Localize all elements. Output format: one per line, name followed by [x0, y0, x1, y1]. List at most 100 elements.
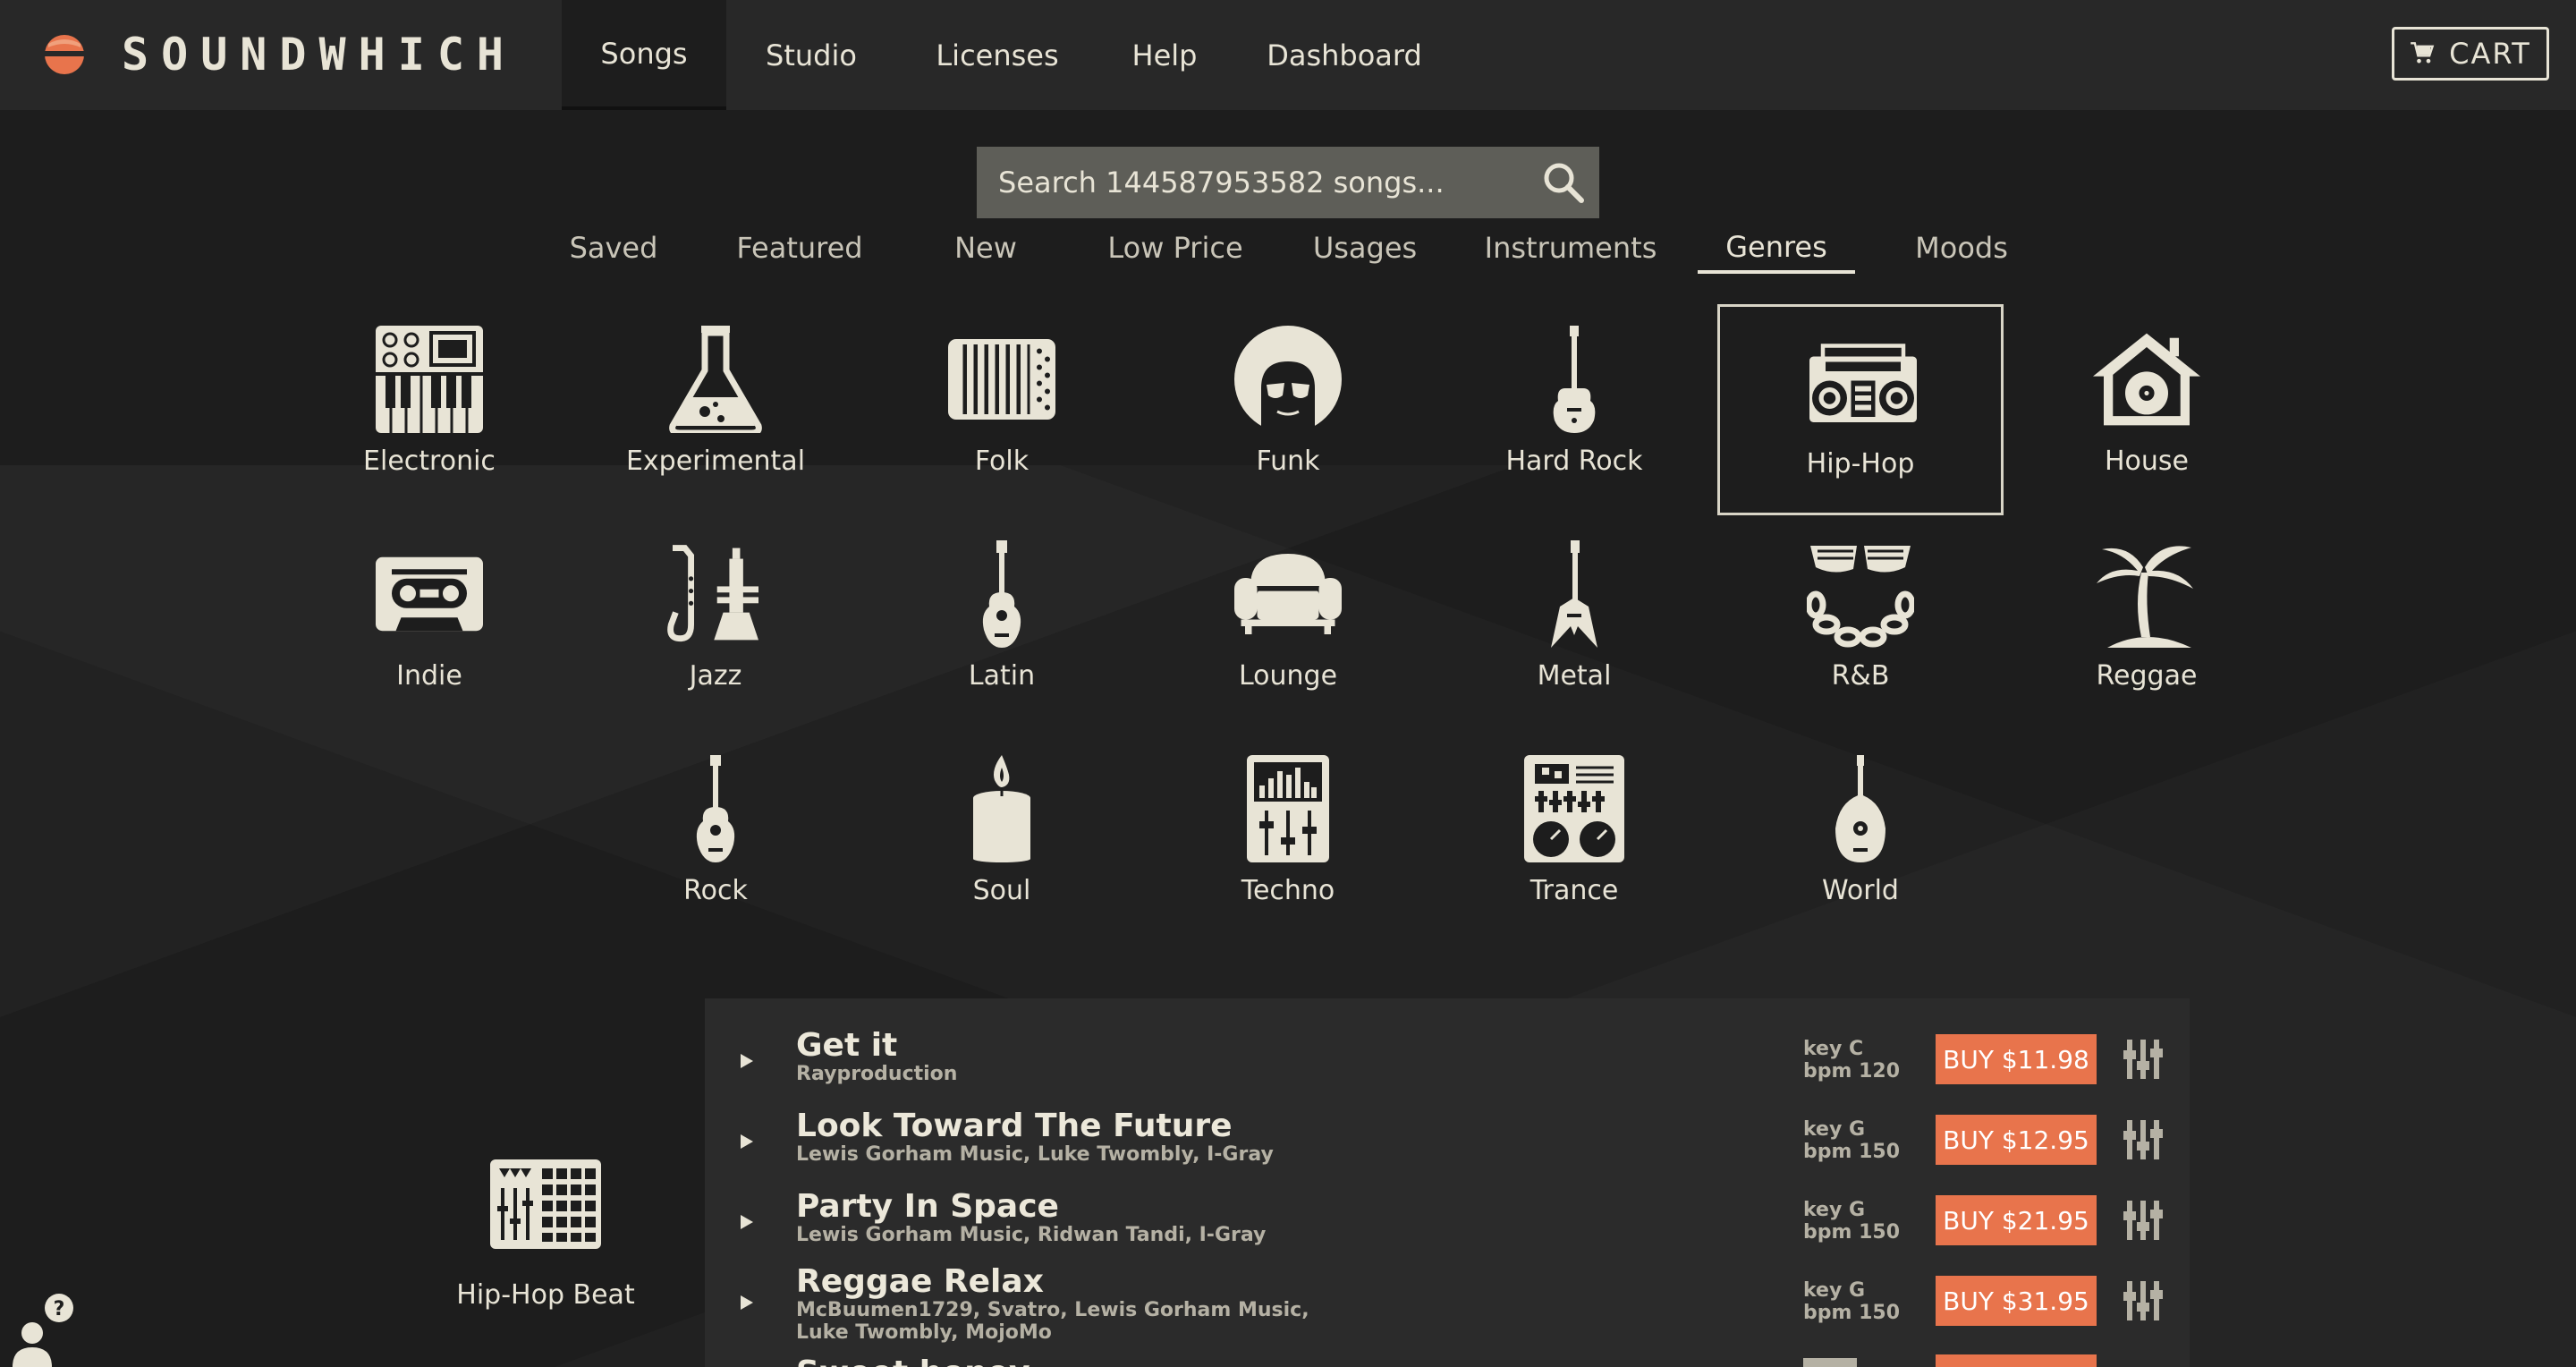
nav-licenses-label: Licenses — [936, 38, 1059, 72]
genre-experimental[interactable]: Experimental — [572, 304, 859, 515]
genre-rock[interactable]: Rock — [572, 734, 859, 945]
tab-low-price[interactable]: Low Price — [1095, 224, 1256, 272]
song-row[interactable]: Get it Rayproduction key C bpm 120 BUY $… — [705, 1027, 2190, 1108]
candle-icon — [973, 755, 1030, 862]
cart-label: CART — [2449, 37, 2531, 71]
song-title[interactable]: Get it — [796, 1027, 897, 1064]
boombox-icon — [1809, 344, 1917, 422]
genre-metal[interactable]: Metal — [1431, 519, 1717, 730]
mixer-icon — [1247, 755, 1329, 862]
cart-button[interactable]: CART — [2392, 27, 2549, 81]
palm-tree-icon — [2097, 546, 2193, 648]
tab-genres-label: Genres — [1725, 230, 1827, 264]
song-artists[interactable]: Rayproduction — [796, 1063, 1368, 1085]
stems-mixer-icon[interactable] — [2122, 1118, 2165, 1161]
genre-world[interactable]: World — [1717, 734, 2004, 945]
song-row[interactable]: Party In Space Lewis Gorham Music, Ridwa… — [705, 1188, 2190, 1269]
search-icon[interactable] — [1540, 159, 1587, 206]
genre-label: Soul — [972, 875, 1031, 906]
genre-jazz[interactable]: Jazz — [572, 519, 859, 730]
play-icon[interactable] — [737, 1133, 755, 1150]
song-artists[interactable]: Lewis Gorham Music, Luke Twombly, I-Gray — [796, 1143, 1368, 1166]
flying-v-guitar-icon — [1551, 540, 1597, 648]
genre-label: Latin — [968, 660, 1036, 692]
song-row[interactable]: Reggae Relax McBuumen1729, Svatro, Lewis… — [705, 1263, 2190, 1344]
buy-button[interactable]: BUY $11.98 — [1936, 1034, 2097, 1084]
song-title[interactable]: Reggae Relax — [796, 1263, 1044, 1300]
genre-label: Funk — [1256, 446, 1320, 477]
nav-dashboard-label: Dashboard — [1267, 38, 1422, 72]
song-row[interactable]: Look Toward The Future Lewis Gorham Musi… — [705, 1108, 2190, 1188]
logo[interactable]: SOUNDWHICH — [43, 25, 516, 84]
genre-lounge[interactable]: Lounge — [1145, 519, 1431, 730]
song-artists[interactable]: Lewis Gorham Music, Ridwan Tandi, I-Gray — [796, 1224, 1368, 1246]
tab-featured[interactable]: Featured — [721, 224, 878, 272]
genre-label: World — [1822, 875, 1899, 906]
song-bpm: bpm 150 — [1803, 1302, 1901, 1324]
genre-folk[interactable]: Folk — [859, 304, 1145, 515]
song-title[interactable]: Look Toward The Future — [796, 1108, 1233, 1144]
genre-funk[interactable]: Funk — [1145, 304, 1431, 515]
genre-label: Folk — [974, 446, 1030, 477]
genre-latin[interactable]: Latin — [859, 519, 1145, 730]
buy-button[interactable]: BUY $12.95 — [1936, 1115, 2097, 1165]
play-icon[interactable] — [737, 1294, 755, 1312]
tab-saved[interactable]: Saved — [556, 224, 671, 272]
song-key: key C — [1803, 1038, 1864, 1060]
stems-mixer-icon[interactable] — [2122, 1279, 2165, 1322]
stems-mixer-icon[interactable] — [2122, 1038, 2165, 1081]
nav-songs[interactable]: Songs — [562, 0, 726, 110]
nav-licenses[interactable]: Licenses — [896, 0, 1098, 110]
genre-indie[interactable]: Indie — [286, 519, 572, 730]
song-bpm: bpm 150 — [1803, 1141, 1901, 1163]
genre-reggae[interactable]: Reggae — [2004, 519, 2290, 730]
electric-guitar-icon — [1553, 326, 1596, 433]
logo-text: SOUNDWHICH — [122, 29, 517, 81]
tab-instruments[interactable]: Instruments — [1476, 224, 1665, 272]
tab-new[interactable]: New — [937, 224, 1034, 272]
nav-help[interactable]: Help — [1098, 0, 1231, 110]
subgenre-hip-hop-beat[interactable]: Hip-Hop Beat — [429, 1152, 662, 1322]
genre-soul[interactable]: Soul — [859, 734, 1145, 945]
song-key: key G — [1803, 1279, 1866, 1302]
genre-rnb[interactable]: R&B — [1717, 519, 2004, 730]
genre-techno[interactable]: Techno — [1145, 734, 1431, 945]
genre-hard-rock[interactable]: Hard Rock — [1431, 304, 1717, 515]
song-artists[interactable]: McBuumen1729, Svatro, Lewis Gorham Music… — [796, 1299, 1333, 1344]
tab-new-label: New — [954, 231, 1017, 265]
song-title[interactable]: Party In Space — [796, 1188, 1059, 1225]
play-icon[interactable] — [737, 1213, 755, 1231]
main-nav: Songs Studio Licenses Help Dashboard — [562, 0, 1458, 110]
cart-icon — [2411, 42, 2435, 64]
tab-usages[interactable]: Usages — [1304, 224, 1426, 272]
category-tabs: Saved Featured New Low Price Usages Inst… — [0, 224, 2576, 277]
genre-label: Metal — [1537, 660, 1612, 692]
tab-genres[interactable]: Genres — [1698, 224, 1855, 274]
genre-electronic[interactable]: Electronic — [286, 304, 572, 515]
armchair-icon — [1234, 554, 1342, 634]
search-input[interactable] — [977, 147, 1540, 218]
nav-dashboard[interactable]: Dashboard — [1231, 0, 1458, 110]
genre-trance[interactable]: Trance — [1431, 734, 1717, 945]
genre-hip-hop[interactable]: Hip-Hop — [1717, 304, 2004, 515]
song-row[interactable]: Sweet honey — [705, 1354, 2190, 1367]
genre-label: Lounge — [1238, 660, 1338, 692]
buy-button[interactable] — [1936, 1354, 2097, 1367]
search-bar — [977, 147, 1599, 218]
genre-label: Hard Rock — [1505, 446, 1643, 477]
tab-moods[interactable]: Moods — [1900, 224, 2023, 272]
nav-help-label: Help — [1131, 38, 1198, 72]
help-user-icon[interactable]: ? — [7, 1292, 82, 1367]
buy-button[interactable]: BUY $21.95 — [1936, 1195, 2097, 1245]
nav-studio[interactable]: Studio — [726, 0, 896, 110]
song-title[interactable]: Sweet honey — [796, 1354, 1030, 1367]
genre-label: Indie — [396, 660, 462, 692]
subgenre-label: Hip-Hop Beat — [456, 1279, 635, 1311]
shades-chain-icon — [1807, 546, 1914, 648]
turntable-icon — [1524, 755, 1624, 862]
stems-mixer-icon[interactable] — [2122, 1199, 2165, 1242]
play-icon[interactable] — [737, 1052, 755, 1070]
buy-button[interactable]: BUY $31.95 — [1936, 1276, 2097, 1326]
house-record-icon — [2093, 333, 2200, 426]
genre-house[interactable]: House — [2004, 304, 2290, 515]
